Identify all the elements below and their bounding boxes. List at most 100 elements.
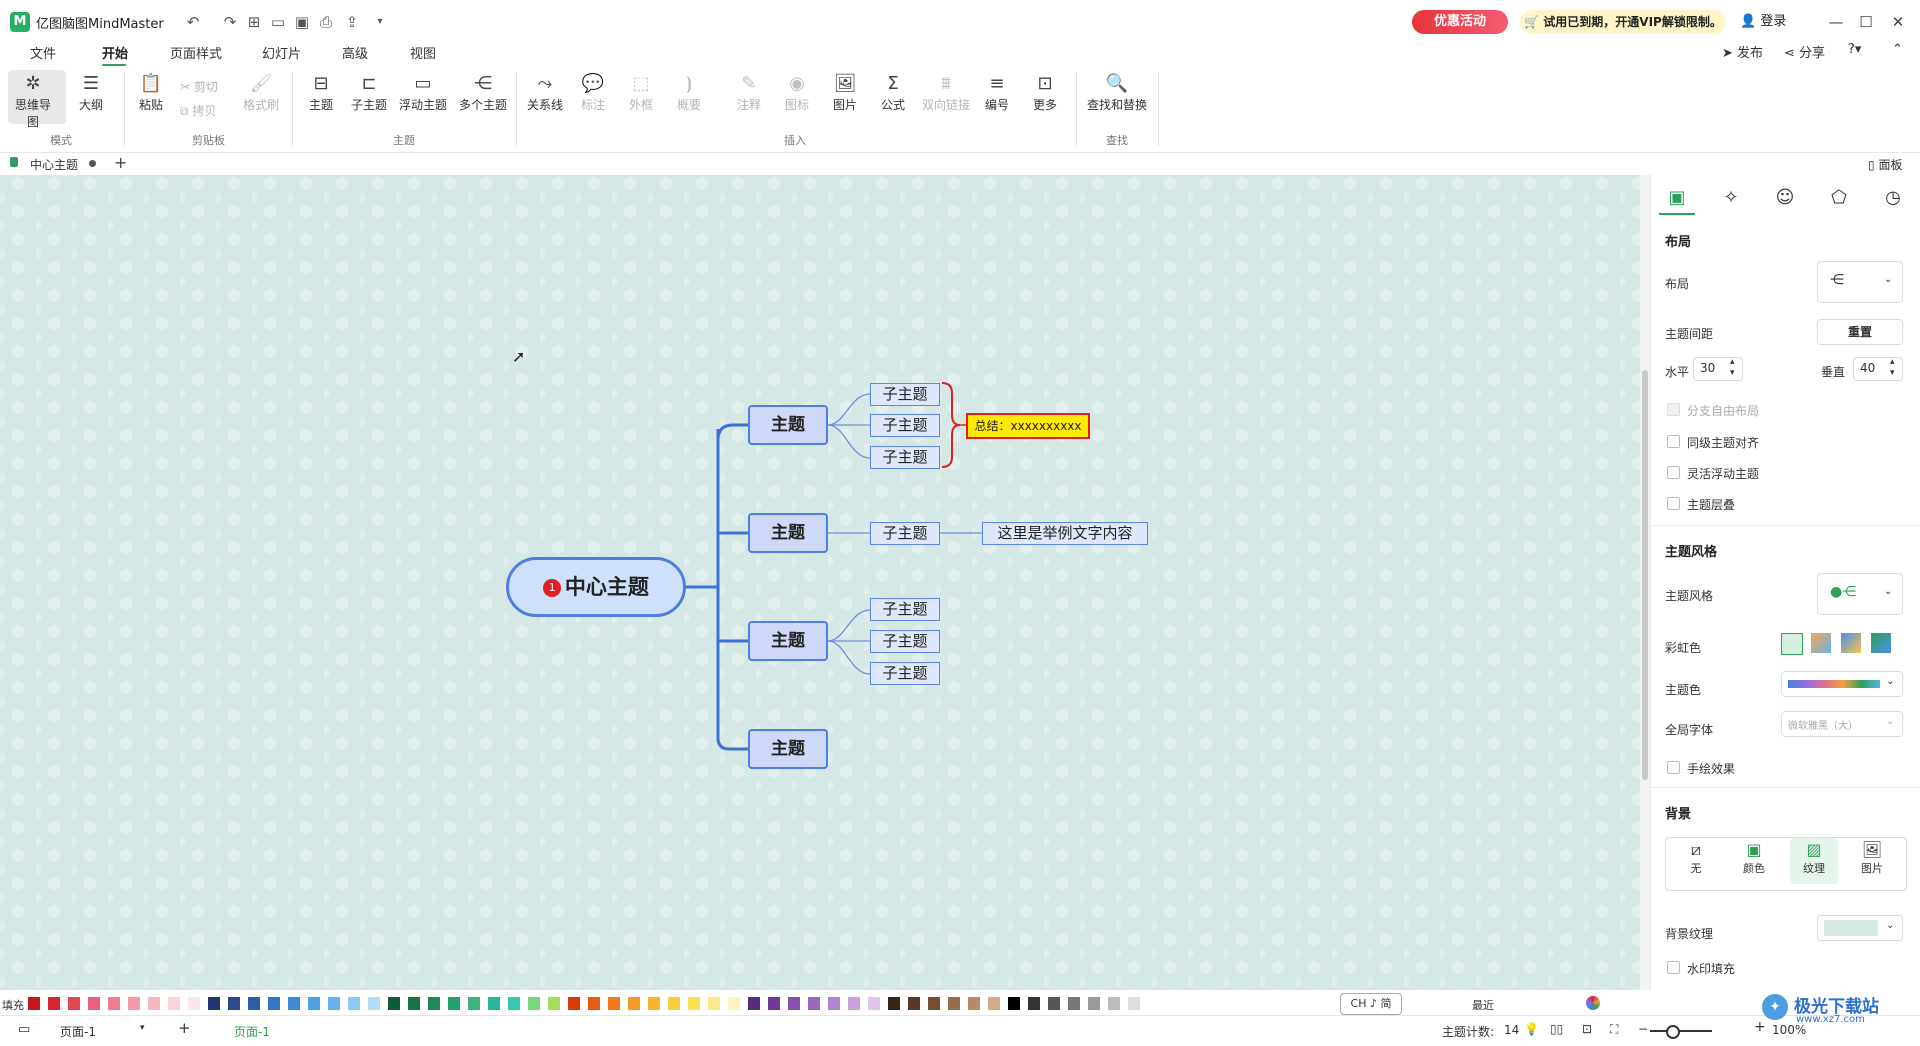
rainbow-option-3[interactable] bbox=[1841, 633, 1861, 653]
bg-image-button[interactable]: 🖼 图片 bbox=[1848, 838, 1896, 884]
bg-texture-button[interactable]: ▨ 纹理 bbox=[1790, 838, 1838, 884]
close-icon[interactable]: ✕ bbox=[1884, 10, 1912, 34]
subtopic-node[interactable]: 子主题 bbox=[870, 414, 940, 437]
chevron-down-icon[interactable]: ▾ bbox=[140, 1023, 145, 1033]
color-swatch[interactable] bbox=[68, 997, 80, 1010]
color-swatch[interactable] bbox=[208, 997, 220, 1010]
login-button[interactable]: 👤 登录 bbox=[1740, 10, 1800, 34]
color-swatch[interactable] bbox=[768, 997, 780, 1010]
page-selector[interactable]: 页面-1 bbox=[60, 1023, 96, 1040]
horizontal-spinner[interactable]: 30 ▴ ▾ bbox=[1693, 357, 1743, 381]
example-text-node[interactable]: 这里是举例文字内容 bbox=[982, 522, 1148, 545]
export-icon[interactable]: ⇪ bbox=[342, 12, 362, 32]
color-swatch[interactable] bbox=[928, 997, 940, 1010]
maximize-icon[interactable]: ☐ bbox=[1852, 10, 1880, 34]
icon-button[interactable]: ◉ 图标 bbox=[774, 72, 820, 113]
summary-node[interactable]: 总结：xxxxxxxxxx bbox=[966, 413, 1090, 439]
watermark-checkbox[interactable] bbox=[1667, 961, 1680, 974]
promo-button[interactable]: 优惠活动 bbox=[1412, 10, 1508, 34]
add-tab-icon[interactable]: + bbox=[114, 153, 127, 172]
theme-color-dropdown[interactable]: ⌄ bbox=[1781, 671, 1903, 697]
save-icon[interactable]: ▣ bbox=[292, 12, 312, 32]
color-swatch[interactable] bbox=[1088, 997, 1100, 1010]
publish-button[interactable]: ➤ 发布 bbox=[1722, 42, 1763, 61]
undo-icon[interactable]: ↶ bbox=[183, 12, 203, 32]
subtopic-node[interactable]: 子主题 bbox=[870, 598, 940, 621]
color-swatch[interactable] bbox=[128, 997, 140, 1010]
color-swatch[interactable] bbox=[328, 997, 340, 1010]
menu-advanced[interactable]: 高级 bbox=[342, 43, 368, 63]
color-swatch[interactable] bbox=[88, 997, 100, 1010]
vip-banner-button[interactable]: 🛒 试用已到期，开通VIP解锁限制。 bbox=[1520, 10, 1726, 34]
color-swatch[interactable] bbox=[28, 997, 40, 1010]
subtopic-button[interactable]: ⊏ 子主题 bbox=[346, 72, 392, 113]
color-swatch[interactable] bbox=[1148, 997, 1160, 1010]
bg-color-button[interactable]: ▣ 颜色 bbox=[1730, 838, 1778, 884]
style-dropdown[interactable]: ●⋲ ⌄ bbox=[1817, 573, 1903, 615]
color-swatch[interactable] bbox=[408, 997, 420, 1010]
book-view-icon[interactable]: ▯▯ bbox=[1550, 1022, 1563, 1036]
ime-indicator[interactable]: CH ♪ 简 bbox=[1340, 993, 1402, 1015]
color-swatch[interactable] bbox=[968, 997, 980, 1010]
layout-dropdown[interactable]: ⋲ ⌄ bbox=[1817, 261, 1903, 303]
font-dropdown[interactable]: 微软雅黑（大） ⌄ bbox=[1781, 711, 1903, 737]
color-swatch[interactable] bbox=[808, 997, 820, 1010]
overlap-checkbox[interactable] bbox=[1667, 497, 1680, 510]
color-swatch[interactable] bbox=[488, 997, 500, 1010]
color-swatch[interactable] bbox=[888, 997, 900, 1010]
fit-page-icon[interactable]: ⊡ bbox=[1582, 1022, 1592, 1036]
copy-button[interactable]: ⧉ 拷贝 bbox=[180, 102, 216, 119]
marker-tab-icon[interactable]: ☺ bbox=[1767, 183, 1803, 213]
formula-button[interactable]: Σ 公式 bbox=[870, 72, 916, 113]
theme-tab-icon[interactable]: ⬠ bbox=[1821, 183, 1857, 213]
menu-slideshow[interactable]: 幻灯片 bbox=[262, 43, 301, 63]
paste-button[interactable]: 📋 粘贴 bbox=[128, 72, 174, 113]
color-swatch[interactable] bbox=[708, 997, 720, 1010]
color-swatch[interactable] bbox=[308, 997, 320, 1010]
zoom-slider-track[interactable] bbox=[1650, 1030, 1712, 1032]
color-swatch[interactable] bbox=[1028, 997, 1040, 1010]
central-topic[interactable]: 1 中心主题 bbox=[506, 557, 686, 617]
color-swatch[interactable] bbox=[908, 997, 920, 1010]
note-button[interactable]: ✎ 注释 bbox=[726, 72, 772, 113]
customize-dropdown-icon[interactable]: ▾ bbox=[370, 12, 390, 32]
help-icon[interactable]: ?▾ bbox=[1848, 42, 1861, 57]
color-swatch[interactable] bbox=[988, 997, 1000, 1010]
redo-icon[interactable]: ↷ bbox=[220, 12, 240, 32]
floating-topic-button[interactable]: ▭ 浮动主题 bbox=[396, 72, 450, 113]
add-page-icon[interactable]: + bbox=[178, 1019, 191, 1037]
format-painter-button[interactable]: 🖌 格式刷 bbox=[238, 72, 284, 113]
relation-line-button[interactable]: ⤳ 关系线 bbox=[522, 72, 568, 113]
rainbow-option-2[interactable] bbox=[1811, 633, 1831, 653]
scrollbar-thumb[interactable] bbox=[1642, 370, 1648, 780]
collapse-ribbon-icon[interactable]: ⌃ bbox=[1892, 42, 1903, 57]
color-swatch[interactable] bbox=[728, 997, 740, 1010]
numbering-button[interactable]: ≡ 编号 bbox=[974, 72, 1020, 113]
color-swatch[interactable] bbox=[1128, 997, 1140, 1010]
color-swatch[interactable] bbox=[868, 997, 880, 1010]
page-layout-icon[interactable]: ▭ bbox=[18, 1022, 30, 1037]
more-button[interactable]: ⊡ 更多 bbox=[1022, 72, 1068, 113]
color-swatch[interactable] bbox=[608, 997, 620, 1010]
menu-view[interactable]: 视图 bbox=[410, 43, 436, 63]
rainbow-option-4[interactable] bbox=[1871, 633, 1891, 653]
menu-file[interactable]: 文件 bbox=[30, 43, 56, 63]
color-swatch[interactable] bbox=[348, 997, 360, 1010]
color-swatch[interactable] bbox=[248, 997, 260, 1010]
mindmap-mode-button[interactable]: ✲ 思维导图 bbox=[10, 72, 56, 130]
color-swatch[interactable] bbox=[748, 997, 760, 1010]
boundary-button[interactable]: ⬚ 外框 bbox=[618, 72, 664, 113]
subtopic-node[interactable]: 子主题 bbox=[870, 662, 940, 685]
doc-tab[interactable]: 中心主题 bbox=[30, 156, 78, 173]
color-swatch[interactable] bbox=[448, 997, 460, 1010]
outline-mode-button[interactable]: ☰ 大纲 bbox=[68, 72, 114, 113]
vertical-spinner[interactable]: 40 ▴ ▾ bbox=[1853, 357, 1903, 381]
color-swatch[interactable] bbox=[148, 997, 160, 1010]
color-swatch[interactable] bbox=[388, 997, 400, 1010]
image-button[interactable]: 🖼 图片 bbox=[822, 72, 868, 113]
cut-button[interactable]: ✂ 剪切 bbox=[180, 78, 218, 95]
color-swatch[interactable] bbox=[1048, 997, 1060, 1010]
print-icon[interactable]: ⎙ bbox=[316, 12, 336, 32]
color-swatch[interactable] bbox=[688, 997, 700, 1010]
color-swatch[interactable] bbox=[1008, 997, 1020, 1010]
